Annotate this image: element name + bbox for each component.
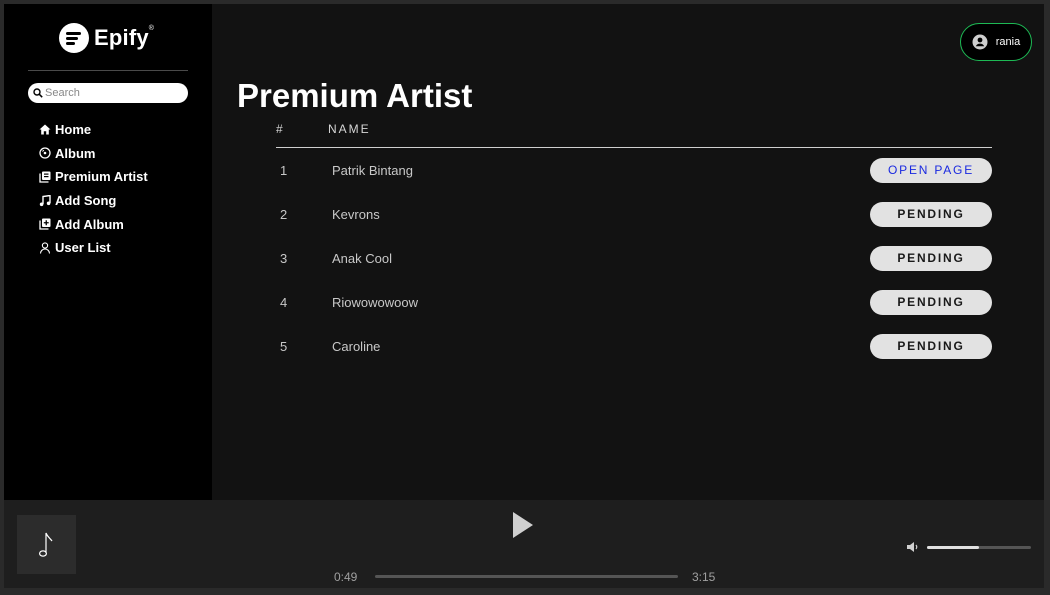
row-number: 3 bbox=[280, 250, 288, 266]
brand-logo[interactable]: Epify® bbox=[59, 23, 154, 53]
main-content: rania Premium Artist # NAME 1 Patrik Bin… bbox=[212, 4, 1044, 500]
volume-icon[interactable] bbox=[906, 541, 920, 553]
current-time: 0:49 bbox=[334, 570, 358, 584]
sidebar-item-home[interactable]: Home bbox=[38, 118, 148, 142]
table-row: 2 Kevrons PENDING bbox=[276, 192, 992, 236]
progress-bar[interactable] bbox=[375, 575, 678, 578]
row-number: 2 bbox=[280, 206, 288, 222]
album-icon bbox=[38, 147, 51, 160]
page-title: Premium Artist bbox=[237, 77, 473, 114]
sidebar-item-label: Add Song bbox=[55, 193, 117, 209]
sidebar-item-label: Home bbox=[55, 122, 92, 138]
sidebar-item-add-song[interactable]: Add Song bbox=[38, 189, 148, 213]
sidebar-item-label: Add Album bbox=[55, 216, 124, 232]
sidebar: Epify® Home Album bbox=[4, 4, 212, 500]
home-icon bbox=[38, 123, 51, 136]
row-number: 4 bbox=[280, 294, 288, 310]
row-number: 5 bbox=[280, 338, 288, 354]
play-button[interactable] bbox=[511, 511, 535, 539]
header-number: # bbox=[276, 122, 285, 136]
music-note-icon bbox=[38, 194, 51, 207]
artist-name: Riowowowoow bbox=[332, 294, 418, 310]
album-cover bbox=[17, 515, 76, 574]
sidebar-item-label: Album bbox=[55, 145, 96, 161]
search-input[interactable] bbox=[45, 87, 180, 99]
artist-name: Kevrons bbox=[332, 206, 380, 222]
sidebar-item-premium-artist[interactable]: Premium Artist bbox=[38, 165, 148, 189]
sidebar-item-add-album[interactable]: Add Album bbox=[38, 212, 148, 236]
pending-button[interactable]: PENDING bbox=[870, 245, 992, 271]
total-time: 3:15 bbox=[692, 570, 716, 584]
pending-button[interactable]: PENDING bbox=[870, 289, 992, 315]
account-icon bbox=[972, 34, 988, 50]
volume-fill bbox=[927, 546, 979, 549]
artist-name: Anak Cool bbox=[332, 250, 392, 266]
volume-slider[interactable] bbox=[927, 546, 1031, 549]
search-icon bbox=[33, 88, 43, 98]
table-row: 3 Anak Cool PENDING bbox=[276, 236, 992, 280]
search-box bbox=[28, 83, 188, 103]
table-row: 1 Patrik Bintang OPEN PAGE bbox=[276, 148, 992, 192]
sidebar-divider bbox=[28, 70, 188, 71]
header-name: NAME bbox=[328, 122, 371, 136]
row-number: 1 bbox=[280, 162, 288, 178]
music-note-icon bbox=[38, 532, 52, 557]
open-page-button[interactable]: OPEN PAGE bbox=[870, 157, 992, 183]
app-window: Epify® Home Album bbox=[4, 4, 1044, 588]
table-row: 5 Caroline PENDING bbox=[276, 324, 992, 368]
username: rania bbox=[995, 36, 1021, 48]
pending-button[interactable]: PENDING bbox=[870, 201, 992, 227]
sidebar-item-user-list[interactable]: User List bbox=[38, 236, 148, 260]
artist-name: Patrik Bintang bbox=[332, 162, 413, 178]
artist-table: # NAME 1 Patrik Bintang OPEN PAGE 2 Kevr… bbox=[276, 122, 992, 368]
pending-button[interactable]: PENDING bbox=[870, 333, 992, 359]
artist-name: Caroline bbox=[332, 338, 381, 354]
table-header: # NAME bbox=[276, 122, 992, 148]
add-album-icon bbox=[38, 218, 51, 231]
user-icon bbox=[38, 241, 51, 254]
sidebar-item-label: Premium Artist bbox=[55, 169, 148, 185]
user-menu-button[interactable]: rania bbox=[960, 23, 1032, 61]
sidebar-item-album[interactable]: Album bbox=[38, 142, 148, 166]
table-row: 4 Riowowowoow PENDING bbox=[276, 280, 992, 324]
epify-logo-icon bbox=[59, 23, 89, 53]
player-bar: 0:49 3:15 bbox=[4, 500, 1044, 588]
brand-name: Epify bbox=[94, 25, 149, 50]
premium-artist-icon bbox=[38, 170, 51, 183]
sidebar-item-label: User List bbox=[55, 240, 111, 256]
sidebar-nav: Home Album Premium Artist Add Song Add A… bbox=[38, 118, 148, 260]
